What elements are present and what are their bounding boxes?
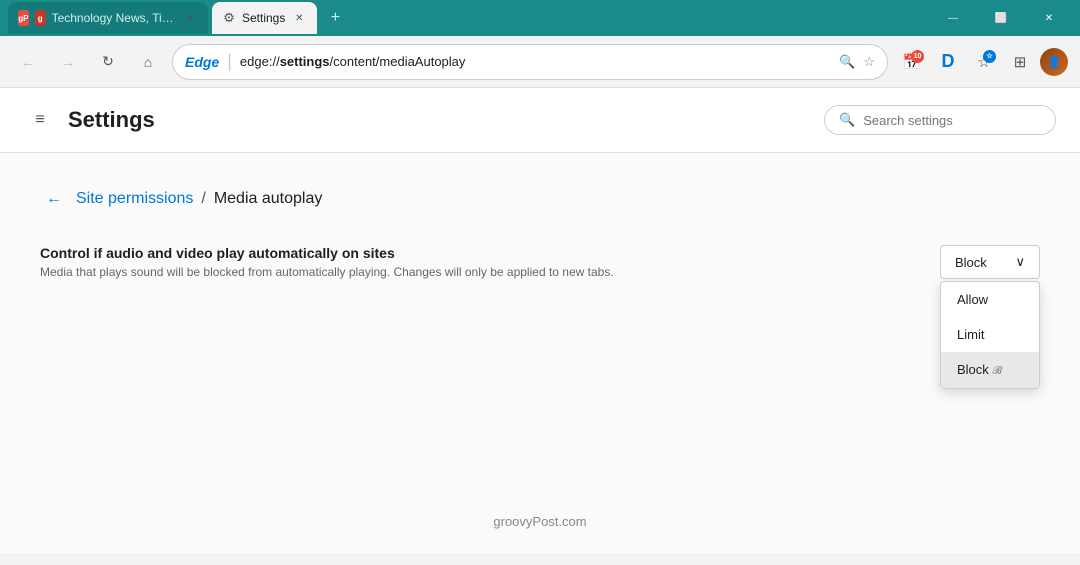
hamburger-menu[interactable]: ≡ xyxy=(24,104,56,136)
tab-news-close[interactable]: ✕ xyxy=(182,10,198,26)
dropdown-button[interactable]: Block ∨ xyxy=(940,245,1040,279)
page-title: Settings xyxy=(68,107,155,133)
setting-info: Control if audio and video play automati… xyxy=(40,245,940,279)
calendar-icon-btn[interactable]: 📅 10 xyxy=(896,46,928,78)
tab-settings-close[interactable]: ✕ xyxy=(291,10,307,26)
addressbar: ← → ↻ ⌂ Edge | edge://settings/content/m… xyxy=(0,36,1080,88)
favorites-btn[interactable]: ☆ ☆ xyxy=(968,46,1000,78)
home-button[interactable]: ⌂ xyxy=(132,46,164,78)
footer: groovyPost.com xyxy=(0,514,1080,529)
address-separator: | xyxy=(227,51,232,72)
new-tab-button[interactable]: + xyxy=(321,4,349,32)
window-controls: — ⬜ ✕ xyxy=(930,3,1072,33)
settings-header: ≡ Settings 🔍 xyxy=(0,88,1080,153)
forward-button[interactable]: → xyxy=(52,46,84,78)
breadcrumb-separator: / xyxy=(201,190,205,208)
collections-btn[interactable]: ⊞ xyxy=(1004,46,1036,78)
setting-label: Control if audio and video play automati… xyxy=(40,245,940,261)
setting-desc: Media that plays sound will be blocked f… xyxy=(40,265,740,279)
cursor-indicator: 𝓑 xyxy=(992,365,1002,377)
dropdown-option-limit[interactable]: Limit xyxy=(941,317,1039,352)
dropdown-menu: Allow Limit Block 𝓑 xyxy=(940,281,1040,389)
url-text: edge://settings/content/mediaAutoplay xyxy=(240,54,831,69)
search-settings-box[interactable]: 🔍 xyxy=(824,105,1056,135)
tab-news-favicon-g: g xyxy=(35,10,46,26)
tab-settings[interactable]: ⚙ Settings ✕ xyxy=(212,2,317,34)
tab-news[interactable]: gP g Technology News, Tips, Reviews... ✕ xyxy=(8,2,208,34)
breadcrumb-current: Media autoplay xyxy=(214,190,323,208)
avatar[interactable]: 👤 xyxy=(1040,48,1068,76)
address-bar[interactable]: Edge | edge://settings/content/mediaAuto… xyxy=(172,44,888,80)
close-button[interactable]: ✕ xyxy=(1026,3,1072,33)
tab-settings-label: Settings xyxy=(242,11,285,25)
content-area: ← Site permissions / Media autoplay Cont… xyxy=(0,153,1080,553)
back-button[interactable]: ← xyxy=(12,46,44,78)
dropdown-current-value: Block xyxy=(955,255,987,270)
setting-row-autoplay: Control if audio and video play automati… xyxy=(40,245,1040,279)
breadcrumb-link[interactable]: Site permissions xyxy=(76,190,193,208)
search-settings-input[interactable] xyxy=(863,113,1041,128)
profile-icon-btn[interactable]: D xyxy=(932,46,964,78)
favorites-badge: ☆ xyxy=(983,50,996,63)
search-icon: 🔍 xyxy=(839,54,855,70)
toolbar-icons: 📅 10 D ☆ ☆ ⊞ 👤 xyxy=(896,46,1068,78)
tab-news-favicon-gp: gP xyxy=(18,10,29,26)
edge-logo: Edge xyxy=(185,54,219,70)
tab-news-label: Technology News, Tips, Reviews... xyxy=(52,11,176,25)
breadcrumb-back-arrow[interactable]: ← xyxy=(40,185,68,213)
dropdown-option-block[interactable]: Block 𝓑 xyxy=(941,352,1039,388)
autoplay-dropdown[interactable]: Block ∨ Allow Limit Block 𝓑 xyxy=(940,245,1040,279)
footer-text: groovyPost.com xyxy=(493,514,586,529)
search-icon: 🔍 xyxy=(839,112,855,128)
maximize-button[interactable]: ⬜ xyxy=(978,3,1024,33)
breadcrumb: ← Site permissions / Media autoplay xyxy=(40,185,1040,213)
refresh-button[interactable]: ↻ xyxy=(92,46,124,78)
dropdown-option-allow[interactable]: Allow xyxy=(941,282,1039,317)
favorites-icon: ☆ xyxy=(863,54,875,70)
minimize-button[interactable]: — xyxy=(930,3,976,33)
titlebar: gP g Technology News, Tips, Reviews... ✕… xyxy=(0,0,1080,36)
calendar-badge: 10 xyxy=(911,50,924,63)
settings-title-area: ≡ Settings xyxy=(24,104,155,136)
chevron-down-icon: ∨ xyxy=(1015,254,1025,270)
tab-settings-favicon: ⚙ xyxy=(222,11,236,25)
